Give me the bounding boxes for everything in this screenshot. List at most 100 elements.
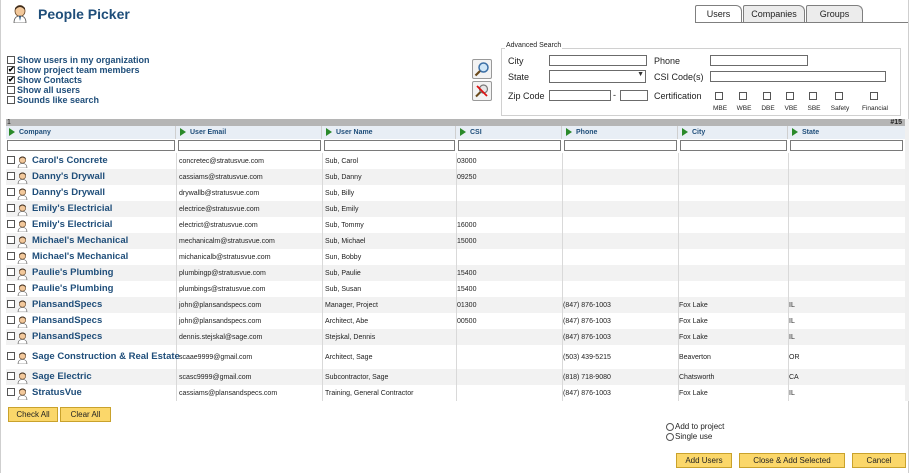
user-icon[interactable] <box>17 351 28 369</box>
radio[interactable] <box>666 422 674 431</box>
row-checkbox[interactable] <box>7 268 15 276</box>
company-link[interactable]: PlansandSpecs <box>32 297 182 313</box>
csi-input[interactable] <box>710 71 886 82</box>
clear-all-button[interactable]: Clear All <box>60 407 111 422</box>
tab-companies[interactable]: Companies <box>743 5 805 23</box>
row-checkbox[interactable] <box>7 172 15 180</box>
option-single-use[interactable]: Single use <box>666 432 724 442</box>
zip-ext-input[interactable] <box>620 90 648 101</box>
check-all-button[interactable]: Check All <box>8 407 58 422</box>
checkbox[interactable] <box>7 86 15 94</box>
cert-dbe[interactable]: DBE <box>758 87 778 112</box>
company-link[interactable]: Carol's Concrete <box>32 153 182 169</box>
table-row[interactable]: Emily's Electricial electrict@stratusvue.… <box>6 217 905 233</box>
company-link[interactable]: Danny's Drywall <box>32 185 182 201</box>
row-checkbox[interactable] <box>7 220 15 228</box>
company-link[interactable]: Paulie's Plumbing <box>32 265 182 281</box>
city-input[interactable] <box>549 55 647 66</box>
radio[interactable] <box>666 432 674 441</box>
option-contacts[interactable]: ✔ Show Contacts <box>7 75 150 85</box>
cert-safety[interactable]: Safety <box>827 87 853 112</box>
checkbox[interactable] <box>870 92 878 100</box>
checkbox[interactable] <box>715 92 723 100</box>
company-link[interactable]: Danny's Drywall <box>32 169 182 185</box>
table-row[interactable]: Sage Electric scasc9999@gmail.com Subcontr… <box>6 369 905 385</box>
company-link[interactable]: Sage Construction & Real Estate <box>32 345 182 369</box>
company-link[interactable]: PlansandSpecs <box>32 313 182 329</box>
cert-vbe[interactable]: VBE <box>781 87 801 112</box>
cert-sbe[interactable]: SBE <box>804 87 824 112</box>
company-link[interactable]: Michael's Mechanical <box>32 249 182 265</box>
company-link[interactable]: StratusVue <box>32 385 182 401</box>
row-checkbox[interactable] <box>7 372 15 380</box>
row-checkbox[interactable] <box>7 284 15 292</box>
option-all-users[interactable]: Show all users <box>7 85 150 95</box>
filter-state[interactable] <box>790 140 903 151</box>
company-link[interactable]: PlansandSpecs <box>32 329 182 345</box>
company-link[interactable]: Paulie's Plumbing <box>32 281 182 297</box>
option-sounds-like[interactable]: Sounds like search <box>7 95 150 105</box>
state-select[interactable]: ▼ <box>549 70 646 83</box>
cert-mbe[interactable]: MBE <box>710 87 730 112</box>
row-checkbox[interactable] <box>7 236 15 244</box>
grid-scrollbar[interactable] <box>905 119 909 401</box>
table-row[interactable]: Emily's Electricial electrice@stratusvue.… <box>6 201 905 217</box>
filter-phone[interactable] <box>564 140 677 151</box>
filter-city[interactable] <box>680 140 787 151</box>
clear-search-button[interactable] <box>472 81 492 101</box>
cert-wbe[interactable]: WBE <box>734 87 754 112</box>
row-checkbox[interactable] <box>7 204 15 212</box>
table-row[interactable]: Michael's Mechanical mechanicalm@stratusv… <box>6 233 905 249</box>
col-phone[interactable]: Phone <box>563 126 678 139</box>
phone-input[interactable] <box>710 55 808 66</box>
col-user-email[interactable]: User Email <box>177 126 322 139</box>
company-link[interactable]: Emily's Electricial <box>32 201 182 217</box>
row-checkbox[interactable] <box>7 332 15 340</box>
close-add-selected-button[interactable]: Close & Add Selected <box>739 453 845 468</box>
search-button[interactable] <box>472 59 492 79</box>
col-csi[interactable]: CSI <box>457 126 562 139</box>
checkbox[interactable] <box>786 92 794 100</box>
company-link[interactable]: Emily's Electricial <box>32 217 182 233</box>
user-icon[interactable] <box>17 387 28 405</box>
table-row[interactable]: Paulie's Plumbing plumbings@stratusvue.co… <box>6 281 905 297</box>
page-number[interactable]: 1 <box>7 119 11 126</box>
option-project-team[interactable]: ✔ Show project team members <box>7 65 150 75</box>
checkbox[interactable] <box>7 96 15 104</box>
row-checkbox[interactable] <box>7 188 15 196</box>
col-user-name[interactable]: User Name <box>323 126 456 139</box>
table-row[interactable]: Carol's Concrete concretec@stratusvue.com… <box>6 153 905 169</box>
filter-company[interactable] <box>7 140 175 151</box>
row-checkbox[interactable] <box>7 300 15 308</box>
table-row[interactable]: PlansandSpecs john@plansandspecs.com Archi… <box>6 313 905 329</box>
zip-input[interactable] <box>549 90 611 101</box>
checkbox-checked[interactable]: ✔ <box>7 66 15 74</box>
checkbox[interactable] <box>835 92 843 100</box>
row-checkbox[interactable] <box>7 388 15 396</box>
table-row[interactable]: Paulie's Plumbing plumbingp@stratusvue.co… <box>6 265 905 281</box>
table-row[interactable]: Michael's Mechanical michanicalb@stratusv… <box>6 249 905 265</box>
option-add-to-project[interactable]: Add to project <box>666 422 724 432</box>
checkbox-checked[interactable]: ✔ <box>7 76 15 84</box>
col-state[interactable]: State <box>789 126 905 139</box>
filter-username[interactable] <box>324 140 455 151</box>
cert-financial[interactable]: Financial <box>858 87 892 112</box>
filter-email[interactable] <box>178 140 321 151</box>
row-checkbox[interactable] <box>7 316 15 324</box>
row-checkbox[interactable] <box>7 252 15 260</box>
table-row[interactable]: Danny's Drywall drywallb@stratusvue.com Su… <box>6 185 905 201</box>
company-link[interactable]: Michael's Mechanical <box>32 233 182 249</box>
table-row[interactable]: StratusVue cassiams@plansandspecs.com Trai… <box>6 385 905 401</box>
col-company[interactable]: Company <box>6 126 176 139</box>
checkbox[interactable] <box>809 92 817 100</box>
filter-csi[interactable] <box>458 140 561 151</box>
table-row[interactable]: Danny's Drywall cassiams@stratusvue.com Su… <box>6 169 905 185</box>
cancel-button[interactable]: Cancel <box>852 453 906 468</box>
checkbox[interactable] <box>739 92 747 100</box>
checkbox[interactable] <box>7 56 15 64</box>
col-city[interactable]: City <box>679 126 788 139</box>
company-link[interactable]: Sage Electric <box>32 369 182 385</box>
table-row[interactable]: PlansandSpecs john@plansandspecs.com Manag… <box>6 297 905 313</box>
tab-groups[interactable]: Groups <box>806 5 863 23</box>
checkbox[interactable] <box>763 92 771 100</box>
